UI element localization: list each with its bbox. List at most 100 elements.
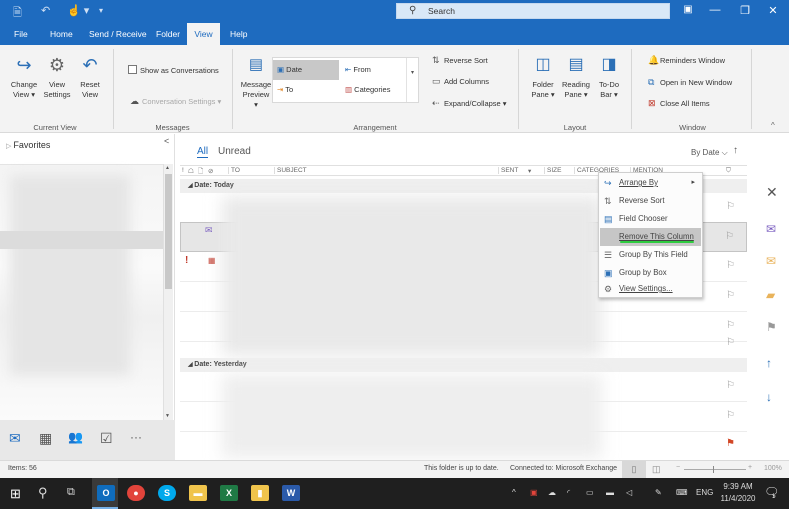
network-icon[interactable]: ▭ <box>586 488 594 497</box>
arrange-categories[interactable]: ▥ Categories <box>341 80 407 100</box>
flag-icon[interactable]: ⚐ <box>726 201 735 212</box>
group-header-yesterday[interactable]: ◢ Date: Yesterday <box>180 358 747 372</box>
battery-icon[interactable]: ▬ <box>606 488 614 497</box>
change-view-button[interactable]: ↪ Change View ▾ <box>8 53 40 100</box>
pen-icon[interactable]: ✎ <box>655 488 662 497</box>
column-sent[interactable]: SENT <box>498 167 518 174</box>
taskbar-app-onedrive-files[interactable]: ▮ <box>251 485 269 501</box>
task-view-icon[interactable]: ⧉ <box>67 486 75 499</box>
menu-item-remove-this-column[interactable]: Remove This Column <box>600 228 701 246</box>
more-icon[interactable]: ··· <box>130 430 142 444</box>
zoom-in-button[interactable]: + <box>748 464 752 471</box>
tab-home[interactable]: Home <box>44 23 79 45</box>
flag-icon[interactable]: ⚐ <box>725 231 734 242</box>
calendar-icon[interactable]: ▦ <box>39 430 52 447</box>
zoom-level[interactable]: 100% <box>764 465 782 472</box>
sort-by-date-dropdown[interactable]: By Date ⌵ <box>691 148 728 158</box>
previous-item-icon[interactable]: ↑ <box>766 356 772 370</box>
show-as-conversations-checkbox[interactable]: Show as Conversations <box>128 65 219 75</box>
wifi-icon[interactable]: ◜ <box>567 488 570 497</box>
reading-view-button[interactable]: ◫ <box>652 464 661 475</box>
tasks-icon[interactable]: ☑ <box>100 430 113 447</box>
reminders-window-button[interactable]: 🔔Reminders Window <box>648 55 725 66</box>
view-settings-button[interactable]: ⚙ View Settings <box>42 53 72 100</box>
column-to[interactable]: TO <box>228 167 240 174</box>
column-sent-sort-icon[interactable]: ▾ <box>528 167 531 175</box>
taskbar-app-outlook[interactable]: O <box>97 485 115 501</box>
collapse-folder-pane-icon[interactable]: < <box>164 136 169 146</box>
customize-qat-icon[interactable]: ▾ <box>99 6 103 15</box>
move-to-folder-icon[interactable]: ▰ <box>766 288 775 302</box>
unread-mail-icon[interactable]: ✉ <box>766 254 776 268</box>
favorites-header[interactable]: ▷ Favorites <box>6 140 50 150</box>
open-in-new-window-button[interactable]: ⧉ Open in New Window <box>648 77 732 88</box>
restore-button[interactable]: ❐ <box>735 4 755 17</box>
ribbon-display-options-icon[interactable]: ▣ <box>678 4 698 15</box>
filter-all[interactable]: All <box>197 146 209 158</box>
scrollbar-thumb[interactable] <box>165 174 172 289</box>
reply-icon[interactable]: ✉ <box>766 222 776 236</box>
menu-item-arrange-by[interactable]: ↪ Arrange By ▸ <box>600 174 701 192</box>
flag-icon[interactable]: ⚐ <box>726 290 735 301</box>
folder-pane-button[interactable]: ◫ Folder Pane ▾ <box>528 53 558 100</box>
close-button[interactable]: ✕ <box>763 4 783 17</box>
taskbar-app-skype[interactable]: S <box>158 485 176 501</box>
flag-icon[interactable]: ⚐ <box>726 337 735 348</box>
show-hidden-icons[interactable]: ^ <box>512 488 516 497</box>
zoom-slider-thumb[interactable] <box>713 466 714 473</box>
column-attachment[interactable]: ⊘ <box>208 167 213 175</box>
checkbox-box[interactable] <box>128 65 137 74</box>
conversation-settings-button[interactable]: ☁ Conversation Settings ▾ <box>130 96 221 107</box>
tray-app-icon[interactable]: ▣ <box>530 488 538 497</box>
input-language[interactable]: ENG <box>696 488 713 497</box>
scroll-down-icon[interactable]: ▼ <box>165 413 170 419</box>
sort-direction-icon[interactable]: ↑ <box>733 145 738 156</box>
taskbar-search-icon[interactable]: ⚲ <box>38 485 48 501</box>
filter-unread[interactable]: Unread <box>218 146 251 157</box>
menu-item-field-chooser[interactable]: ▤ Field Chooser <box>600 210 701 228</box>
menu-item-reverse-sort[interactable]: ⇅ Reverse Sort <box>600 192 701 210</box>
clock-date[interactable]: 11/4/2020 <box>716 494 760 503</box>
todo-bar-button[interactable]: ◨ To-Do Bar ▾ <box>595 53 623 100</box>
flag-red-icon[interactable]: ⚑ <box>726 438 735 449</box>
column-subject[interactable]: SUBJECT <box>274 167 307 174</box>
onedrive-icon[interactable]: ☁ <box>548 488 556 497</box>
reading-pane-button[interactable]: ▤ Reading Pane ▾ <box>560 53 592 100</box>
taskbar-app-excel[interactable]: X <box>220 485 238 501</box>
keyboard-icon[interactable]: ⌨ <box>676 488 688 497</box>
scroll-up-icon[interactable]: ▲ <box>165 165 170 171</box>
people-icon[interactable]: 👥 <box>68 430 83 444</box>
close-all-items-button[interactable]: ⊠ Close All Items <box>648 98 710 109</box>
arrange-date[interactable]: ▣ Date <box>273 60 339 80</box>
column-flag-filter-icon[interactable]: ⛉ <box>726 167 731 175</box>
collapse-ribbon-icon[interactable]: ^ <box>771 121 775 130</box>
column-reminder[interactable]: ☖ <box>188 167 194 175</box>
menu-item-group-by-this-field[interactable]: ☰ Group By This Field <box>600 246 701 264</box>
arrange-from[interactable]: ⇤ From <box>341 60 407 80</box>
selected-folder[interactable] <box>0 231 163 249</box>
volume-icon[interactable]: ◁ <box>626 488 632 497</box>
column-size[interactable]: SIZE <box>544 167 561 174</box>
mail-icon[interactable]: ✉ <box>9 430 21 447</box>
undo-icon[interactable]: ↶ <box>41 4 50 17</box>
clock-time[interactable]: 9:39 AM <box>720 482 756 491</box>
search-box[interactable]: ⚲ Search <box>396 3 670 19</box>
expand-collapse-button[interactable]: ⇠ Expand/Collapse ▾ <box>432 98 507 109</box>
flag-icon[interactable]: ⚐ <box>726 380 735 391</box>
flag-icon[interactable]: ⚐ <box>726 260 735 271</box>
touch-mode-icon[interactable]: ☝ ▾ <box>67 4 89 17</box>
tab-file[interactable]: File <box>8 23 34 45</box>
normal-view-button[interactable]: ▯ <box>622 461 646 478</box>
send-receive-all-icon[interactable]: 🗎 <box>13 4 22 23</box>
add-columns-button[interactable]: ▭ Add Columns <box>432 76 489 87</box>
tab-view[interactable]: View <box>187 23 220 45</box>
minimize-button[interactable]: — <box>705 4 725 16</box>
taskbar-app-word[interactable]: W <box>282 485 300 501</box>
delete-icon[interactable]: ✕ <box>766 184 778 201</box>
reverse-sort-button[interactable]: ⇅ Reverse Sort <box>432 55 488 66</box>
tab-help[interactable]: Help <box>224 23 253 45</box>
folder-scrollbar[interactable]: ▲ ▼ <box>163 164 173 420</box>
folder-list[interactable] <box>0 164 163 420</box>
tab-folder[interactable]: Folder <box>150 23 186 45</box>
taskbar-app-file-explorer[interactable]: ▬ <box>189 485 207 501</box>
